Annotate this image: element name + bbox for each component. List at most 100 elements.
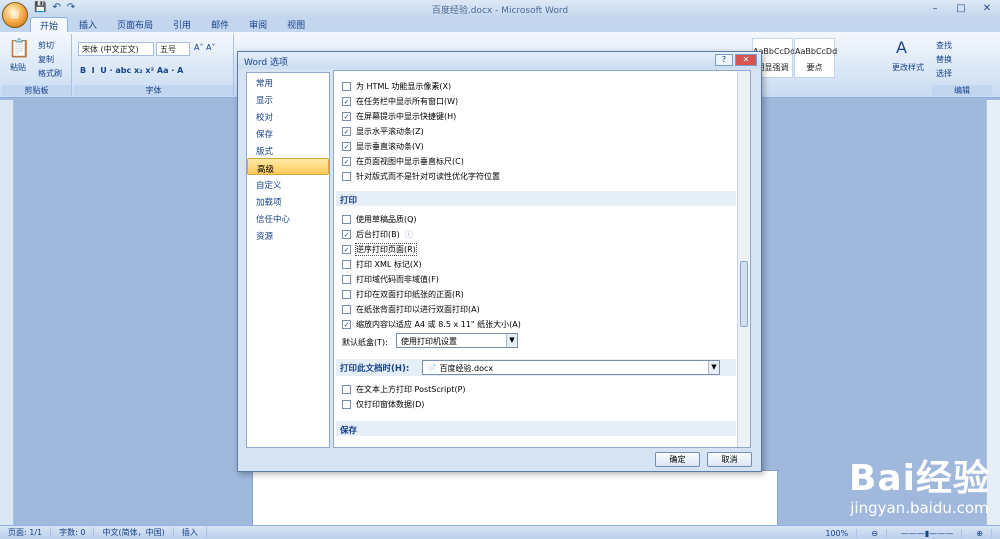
- checkbox-checked[interactable]: ✓: [342, 112, 351, 121]
- chevron-down-icon[interactable]: ▼: [506, 334, 517, 347]
- tab-view[interactable]: 视图: [278, 17, 314, 32]
- find-button[interactable]: 查找: [936, 40, 952, 51]
- nav-item-save[interactable]: 保存: [247, 124, 329, 141]
- option-vertical-scrollbar[interactable]: ✓ 显示垂直滚动条(V): [342, 141, 424, 152]
- checkbox-checked[interactable]: ✓: [342, 97, 351, 106]
- checkbox[interactable]: [342, 385, 351, 394]
- replace-button[interactable]: 替换: [936, 54, 952, 65]
- checkbox[interactable]: [342, 260, 351, 269]
- checkbox-checked[interactable]: ✓: [342, 157, 351, 166]
- dialog-close-icon[interactable]: ✕: [735, 54, 757, 66]
- tab-insert[interactable]: 插入: [70, 17, 106, 32]
- zoom-in-icon[interactable]: ⊕: [968, 528, 992, 538]
- checkbox[interactable]: [342, 400, 351, 409]
- print-doc-select[interactable]: 📄 百度经验.docx ▼: [422, 360, 720, 375]
- checkbox-checked[interactable]: ✓: [342, 245, 351, 254]
- tab-home[interactable]: 开始: [30, 17, 69, 32]
- cancel-button[interactable]: 取消: [707, 452, 752, 467]
- option-background-print[interactable]: ✓ 后台打印(B) ⓘ: [342, 229, 413, 240]
- close-icon[interactable]: ✕: [974, 0, 1000, 17]
- help-icon[interactable]: ?: [715, 54, 733, 66]
- tab-mailings[interactable]: 邮件: [202, 17, 238, 32]
- option-postscript[interactable]: 在文本上方打印 PostScript(P): [342, 384, 466, 395]
- font-size-select[interactable]: 五号: [156, 42, 190, 56]
- paste-icon[interactable]: 📋: [8, 38, 30, 59]
- checkbox[interactable]: [342, 305, 351, 314]
- office-logo-icon: ⊞: [10, 9, 20, 21]
- nav-item-display[interactable]: 显示: [247, 90, 329, 107]
- copy-button[interactable]: 复制: [38, 54, 54, 65]
- grow-font-icon[interactable]: A˄ A˅: [194, 43, 216, 52]
- document-page[interactable]: [252, 470, 778, 530]
- tab-review[interactable]: 审阅: [240, 17, 276, 32]
- checkbox-checked[interactable]: ✓: [342, 230, 351, 239]
- word-options-dialog: Word 选项 ? ✕ 常用 显示 校对 保存 版式 高级 自定义 加载项 信任…: [237, 51, 762, 472]
- vertical-ruler: [0, 100, 14, 525]
- option-taskbar-windows[interactable]: ✓ 在任务栏中显示所有窗口(W): [342, 96, 458, 107]
- window-controls: – □ ✕: [922, 0, 1000, 17]
- format-painter-button[interactable]: 格式刷: [38, 68, 62, 79]
- nav-item-trust-center[interactable]: 信任中心: [247, 209, 329, 226]
- option-vertical-ruler[interactable]: ✓ 在页面视图中显示垂直标尺(C): [342, 156, 464, 167]
- checkbox-checked[interactable]: ✓: [342, 320, 351, 329]
- options-scrollbar[interactable]: [737, 71, 750, 447]
- option-scale-content[interactable]: ✓ 缩放内容以适应 A4 或 8.5 x 11" 纸张大小(A): [342, 319, 521, 330]
- scrollbar-thumb[interactable]: [740, 261, 748, 327]
- nav-item-popular[interactable]: 常用: [247, 73, 329, 90]
- option-duplex-front[interactable]: 打印在双面打印纸张的正面(R): [342, 289, 464, 300]
- maximize-icon[interactable]: □: [948, 0, 974, 17]
- page-count[interactable]: 页面: 1/1: [0, 527, 52, 538]
- select-button[interactable]: 选择: [936, 68, 952, 79]
- option-html-pixels[interactable]: 为 HTML 功能显示像素(X): [342, 81, 451, 92]
- option-shortcut-keys[interactable]: ✓ 在屏幕提示中显示快捷键(H): [342, 111, 456, 122]
- minimize-icon[interactable]: –: [922, 0, 948, 17]
- change-styles-icon[interactable]: A: [896, 38, 907, 57]
- option-duplex-back[interactable]: 在纸张背面打印以进行双面打印(A): [342, 304, 480, 315]
- option-form-data[interactable]: 仅打印窗体数据(D): [342, 399, 424, 410]
- zoom-slider[interactable]: ———▮———: [893, 528, 963, 538]
- zoom-level[interactable]: 100%: [817, 528, 858, 538]
- save-section-header: 保存: [336, 421, 736, 436]
- checkbox[interactable]: [342, 172, 351, 181]
- font-name-select[interactable]: 宋体 (中文正文): [78, 42, 154, 56]
- paste-button[interactable]: 粘贴: [10, 62, 26, 73]
- insert-mode[interactable]: 插入: [174, 527, 207, 538]
- cut-button[interactable]: 剪切: [38, 40, 54, 51]
- baidu-watermark: Bai经验 jingyan.baidu.com: [849, 449, 990, 517]
- office-button[interactable]: ⊞: [2, 2, 28, 28]
- checkbox[interactable]: [342, 82, 351, 91]
- word-count[interactable]: 字数: 0: [51, 527, 95, 538]
- checkbox[interactable]: [342, 290, 351, 299]
- option-draft-quality[interactable]: 使用草稿品质(Q): [342, 214, 417, 225]
- tab-page-layout[interactable]: 页面布局: [108, 17, 162, 32]
- option-print-xml[interactable]: 打印 XML 标记(X): [342, 259, 422, 270]
- change-styles-button[interactable]: 更改样式: [892, 62, 924, 73]
- checkbox-checked[interactable]: ✓: [342, 127, 351, 136]
- nav-item-advanced[interactable]: 高级: [247, 158, 329, 175]
- option-horizontal-scrollbar[interactable]: ✓ 显示水平滚动条(Z): [342, 126, 424, 137]
- watermark-url: jingyan.baidu.com: [850, 499, 989, 517]
- font-format-icons[interactable]: B I U · abc x₂ x² Aa · A: [80, 66, 183, 75]
- checkbox[interactable]: [342, 275, 351, 284]
- style-strong[interactable]: AaBbCcDd 要点: [794, 38, 837, 78]
- nav-item-customize[interactable]: 自定义: [247, 175, 329, 192]
- ok-button[interactable]: 确定: [655, 452, 700, 467]
- nav-item-resources[interactable]: 资源: [247, 226, 329, 243]
- option-reverse-print[interactable]: ✓ 逆序打印页面(R): [342, 243, 417, 256]
- ribbon-tabs: 开始 插入 页面布局 引用 邮件 审阅 视图: [0, 17, 1000, 32]
- tab-references[interactable]: 引用: [164, 17, 200, 32]
- default-tray-select[interactable]: 使用打印机设置 ▼: [396, 333, 518, 348]
- zoom-control[interactable]: 100% ⊖ ———▮——— ⊕: [817, 526, 992, 539]
- dialog-title-bar: Word 选项 ? ✕: [238, 52, 761, 69]
- chevron-down-icon[interactable]: ▼: [708, 361, 719, 374]
- option-optimize-layout[interactable]: 针对版式而不是针对可读性优化字符位置: [342, 171, 500, 182]
- language[interactable]: 中文(简体，中国): [94, 527, 174, 538]
- checkbox-checked[interactable]: ✓: [342, 142, 351, 151]
- zoom-out-icon[interactable]: ⊖: [863, 528, 887, 538]
- nav-item-proofing[interactable]: 校对: [247, 107, 329, 124]
- options-content: 为 HTML 功能显示像素(X) ✓ 在任务栏中显示所有窗口(W) ✓ 在屏幕提示中…: [333, 70, 751, 448]
- checkbox[interactable]: [342, 215, 351, 224]
- nav-item-layout[interactable]: 版式: [247, 141, 329, 158]
- option-field-codes[interactable]: 打印域代码而非域值(F): [342, 274, 439, 285]
- nav-item-addins[interactable]: 加载项: [247, 192, 329, 209]
